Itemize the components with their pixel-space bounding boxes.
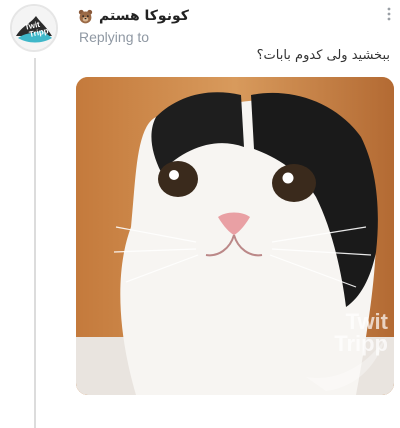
thread-line xyxy=(34,58,36,428)
watermark-line-1: Twit xyxy=(345,309,388,334)
tweet-photo[interactable]: Twit Tripp xyxy=(76,77,394,395)
vertical-dots-icon[interactable] xyxy=(386,6,392,22)
replying-to-label[interactable]: Replying to xyxy=(79,29,149,45)
tweet-text: ببخشید ولی کدوم بابات؟ xyxy=(256,48,390,63)
avatar-logo: Twit Tripp xyxy=(12,6,56,50)
bear-face-icon xyxy=(78,9,93,23)
watermark: Twit Tripp xyxy=(334,311,388,355)
watermark-line-2: Tripp xyxy=(334,331,388,356)
username[interactable]: کونوکا هستم xyxy=(99,8,189,24)
tweet-header: کونوکا هستم xyxy=(78,6,189,26)
avatar[interactable]: Twit Tripp xyxy=(10,4,58,52)
